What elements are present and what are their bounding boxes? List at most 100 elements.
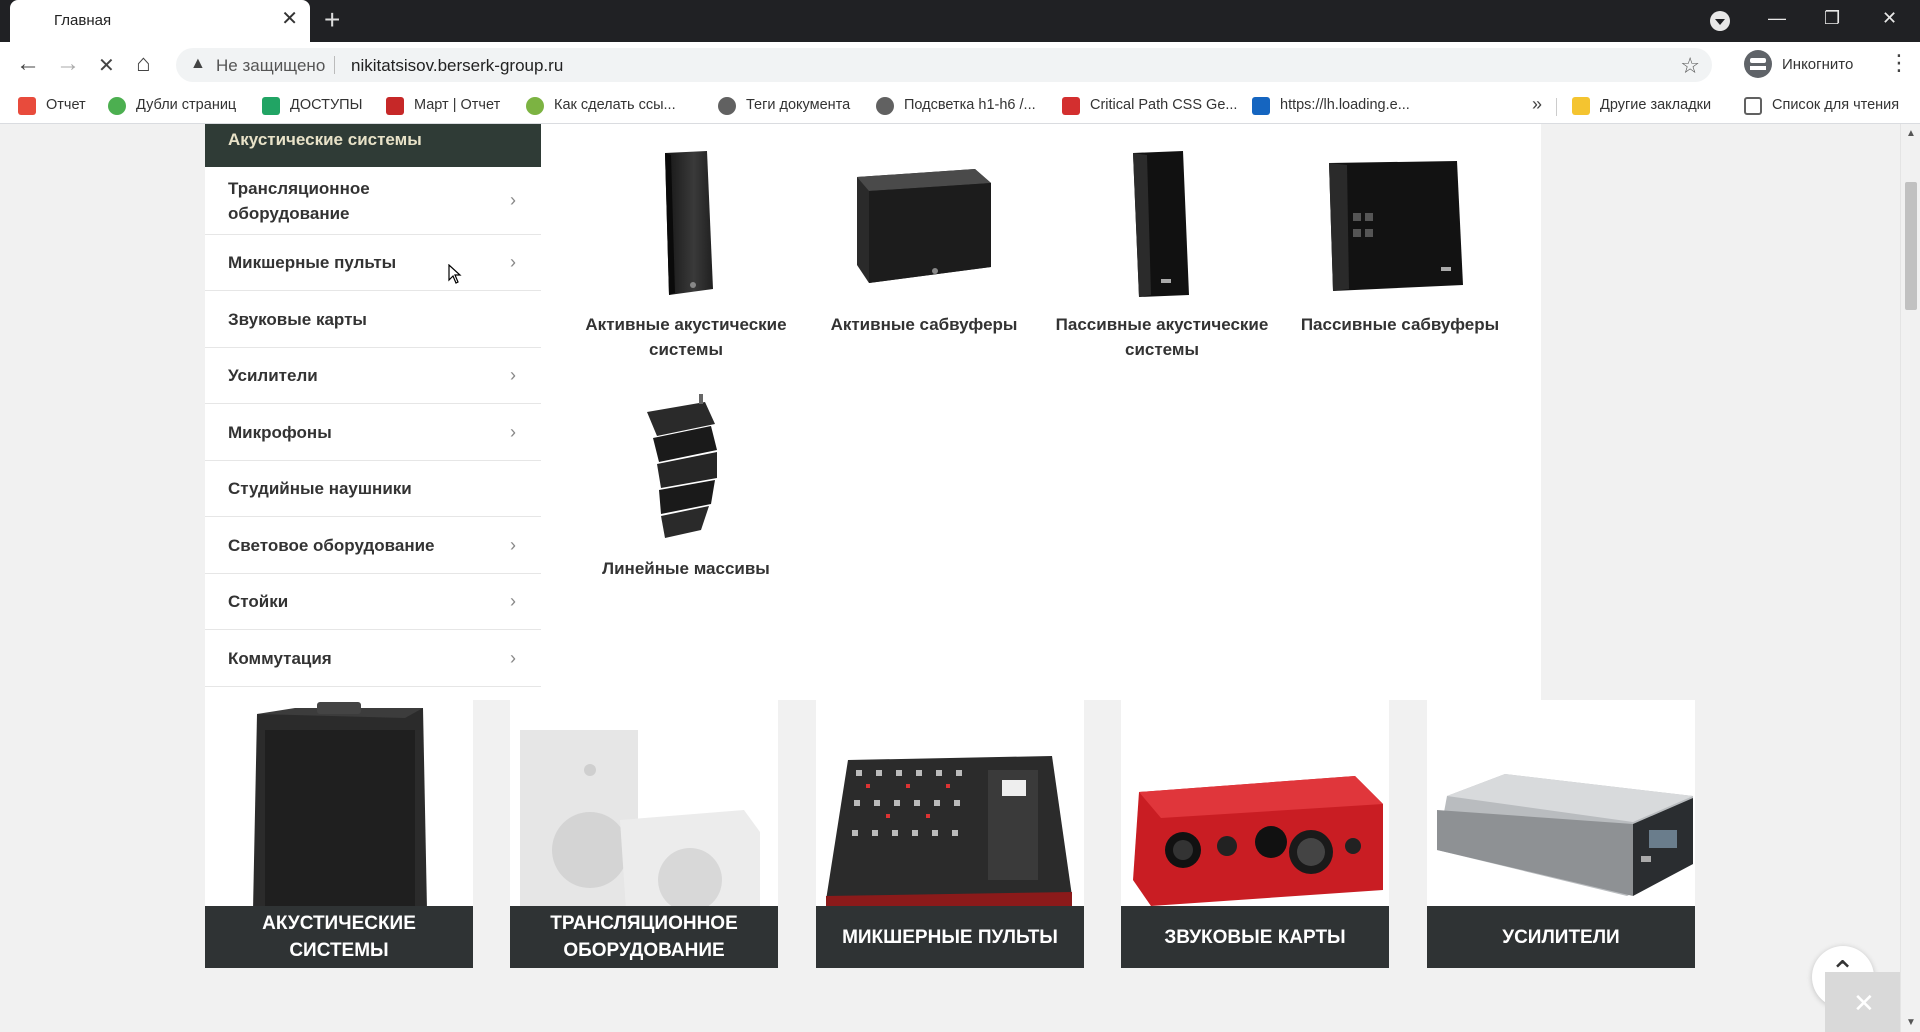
scroll-down-icon[interactable]: ▼ [1906,1017,1916,1028]
chevron-right-icon: › [510,252,516,272]
bookmark-label: Дубли страниц [136,97,237,113]
chevron-right-icon: › [510,190,516,210]
scroll-up-icon[interactable]: ▲ [1906,128,1916,139]
bookmark-label: Март | Отчет [414,97,501,113]
warning-icon[interactable]: ▲ [190,55,206,73]
sidebar-item-switching[interactable]: Коммутация › [205,630,541,687]
subcategory-name: Активные акустические системы [585,315,787,359]
stop-loading-icon[interactable]: ✕ [98,54,115,78]
bookmark-favicon-icon [386,97,404,115]
more-bookmarks-icon[interactable]: » [1532,94,1542,115]
category-label: ЗВУКОВЫЕ КАРТЫ [1121,906,1389,968]
sidebar-item-label: Трансляционное оборудование [228,178,370,223]
subcategory-name: Пассивные акустические системы [1055,315,1269,359]
subwoofer-icon [857,169,991,283]
bookmark-label: ДОСТУПЫ [290,97,363,113]
wall-speakers-icon [520,730,760,910]
sidebar-item-label: Коммутация [228,648,332,668]
minimize-icon[interactable]: — [1768,8,1786,28]
subcategory-name: Активные сабвуферы [830,315,1018,334]
bookmark-favicon-icon [1062,97,1080,115]
browser-toolbar: ← → ✕ ⌂ ▲ Не защищено nikitatsisov.berse… [0,42,1920,88]
back-icon[interactable]: ← [16,52,40,76]
chevron-right-icon: › [510,647,516,668]
subcategory-card[interactable]: Линейные массивы [567,384,805,604]
scrollbar-thumb[interactable] [1905,182,1917,310]
folder-icon [1572,97,1590,115]
security-label[interactable]: Не защищено [216,56,325,76]
reading-list-icon [1744,97,1762,115]
category-tile[interactable]: МИКШЕРНЫЕ ПУЛЬТЫ [816,700,1084,968]
sidebar-item-headphones[interactable]: Студийные наушники [205,461,541,517]
tab-title: Главная [54,12,112,29]
sidebar-item-broadcast[interactable]: Трансляционное оборудование › [205,167,541,235]
amplifier-icon [1437,774,1693,896]
subcategory-card[interactable]: Пассивные акустические системы [1043,124,1281,364]
sidebar-item-mixers[interactable]: Микшерные пульты › [205,235,541,291]
category-tile[interactable]: ЗВУКОВЫЕ КАРТЫ [1121,700,1389,968]
sidebar-item-label: Акустические системы [228,130,422,149]
forward-icon[interactable]: → [56,52,80,76]
bookmark-favicon-icon [1252,97,1270,115]
sidebar-item-label: Световое оборудование [228,535,435,555]
subcategory-card[interactable]: Пассивные сабвуферы [1281,124,1519,364]
catalog-sidebar: Акустические системы Трансляционное обор… [205,124,541,700]
bookmark-label: https://lh.loading.e... [1280,97,1410,113]
close-tab-icon[interactable]: ✕ [281,9,298,29]
sidebar-item-label: Стойки [228,592,289,611]
incognito-icon [1744,50,1772,78]
tab-search-icon[interactable] [1710,11,1730,31]
sidebar-item-label: Звуковые карты [228,309,367,329]
category-label: УСИЛИТЕЛИ [1427,906,1695,968]
home-icon[interactable]: ⌂ [136,52,151,76]
category-tile[interactable]: АКУСТИЧЕСКИЕ СИСТЕМЫ [205,700,473,968]
tab-strip: Главная ✕ + — ❐ ✕ [0,0,1920,42]
close-icon: ✕ [1853,988,1875,1018]
sidebar-item-sound-cards[interactable]: Звуковые карты [205,291,541,348]
speaker-icon [253,702,427,910]
sidebar-item-acoustic-systems[interactable]: Акустические системы [205,124,541,167]
page-viewport: Акустические системы Трансляционное обор… [0,124,1900,1032]
category-tile[interactable]: УСИЛИТЕЛИ [1427,700,1695,968]
bookmark-star-icon[interactable]: ☆ [1680,53,1700,79]
browser-tab-active[interactable]: Главная ✕ [10,0,310,42]
subcategory-card[interactable]: Активные сабвуферы [805,124,1043,364]
chevron-right-icon: › [510,534,516,555]
restore-icon[interactable]: ❐ [1824,8,1840,28]
subwoofer-icon [1329,161,1463,291]
sidebar-item-lighting[interactable]: Световое оборудование › [205,517,541,574]
window-close-icon[interactable]: ✕ [1882,8,1897,28]
category-label: ТРАНСЛЯЦИОННОЕ ОБОРУДОВАНИЕ [510,906,778,968]
sidebar-item-label: Усилители [228,366,318,385]
sidebar-item-microphones[interactable]: Микрофоны › [205,404,541,461]
close-widget-button[interactable]: ✕ [1825,972,1900,1032]
bookmark-label: Critical Path CSS Ge... [1090,97,1238,113]
address-bar[interactable]: ▲ Не защищено nikitatsisov.berserk-group… [176,48,1712,82]
subcategory-card[interactable]: Активные акустические системы [567,124,805,364]
bookmark-label: Отчет [46,97,86,113]
subcategory-panel: Активные акустические системы Активные с… [541,124,1541,700]
omnibox-divider [334,56,335,74]
line-array-icon [647,394,717,538]
bookmark-favicon-icon [876,97,894,115]
sidebar-item-label: Микрофоны [228,422,332,442]
page-scrollbar[interactable]: ▲ ▼ [1900,124,1920,1032]
browser-menu-icon[interactable]: ⋮ [1888,50,1910,76]
sidebar-item-label: Студийные наушники [228,479,412,498]
bookmark-favicon-icon [18,97,36,115]
bookmark-favicon-icon [108,97,126,115]
category-tile[interactable]: ТРАНСЛЯЦИОННОЕ ОБОРУДОВАНИЕ [510,700,778,968]
url-text[interactable]: nikitatsisov.berserk-group.ru [351,56,563,76]
bookmarks-divider [1556,98,1557,116]
sidebar-item-amplifiers[interactable]: Усилители › [205,348,541,404]
subcategory-name: Пассивные сабвуферы [1300,315,1500,334]
mixer-icon [826,756,1072,910]
incognito-label: Инкогнито [1782,56,1854,73]
new-tab-icon[interactable]: + [324,6,340,34]
speaker-tall-icon [1133,151,1189,297]
subcategory-name: Линейные массивы [602,559,770,578]
bookmark-label: Другие закладки [1600,97,1712,113]
bookmark-label: Подсветка h1-h6 /... [904,97,1036,113]
bookmark-label: Теги документа [746,97,851,113]
sidebar-item-stands[interactable]: Стойки › [205,574,541,630]
